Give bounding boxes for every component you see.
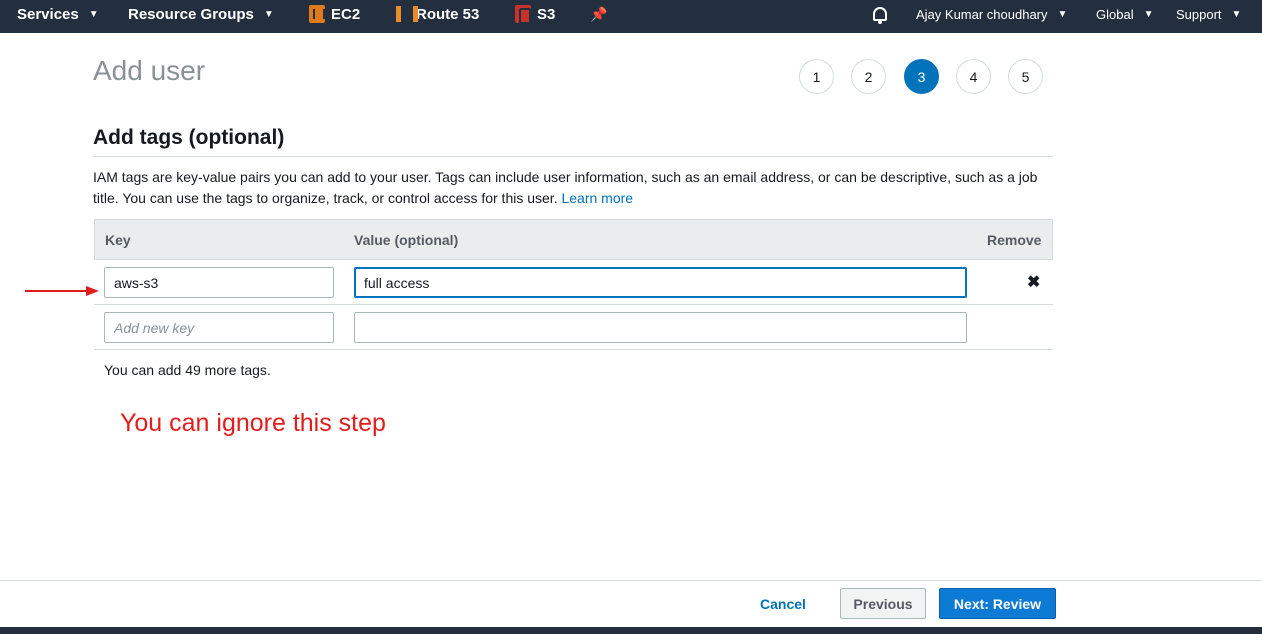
previous-button[interactable]: Previous	[840, 588, 926, 619]
next-review-button[interactable]: Next: Review	[939, 588, 1056, 619]
region-label: Global	[1096, 6, 1134, 22]
s3-shortcut[interactable]: S3	[515, 0, 555, 28]
pin-button[interactable]: 📌	[590, 0, 607, 28]
annotation-text: You can ignore this step	[120, 409, 386, 437]
close-icon[interactable]: ✖	[1027, 272, 1040, 292]
learn-more-link[interactable]: Learn more	[561, 190, 633, 206]
column-header-remove: Remove	[987, 232, 1042, 248]
support-menu[interactable]: Support ▼	[1176, 0, 1241, 28]
tags-table: Key Value (optional) Remove ✖	[94, 219, 1053, 350]
s3-icon	[515, 5, 531, 24]
support-label: Support	[1176, 6, 1222, 22]
s3-label: S3	[537, 5, 556, 23]
table-row-new	[94, 305, 1053, 350]
chevron-down-icon: ▼	[1057, 8, 1068, 20]
table-header: Key Value (optional) Remove	[94, 219, 1053, 260]
ec2-shortcut[interactable]: EC2	[309, 0, 360, 28]
notifications-button[interactable]	[873, 0, 887, 28]
top-navigation-bar: Services ▼ Resource Groups ▼ EC2 Route 5…	[0, 0, 1262, 33]
services-label: Services	[17, 5, 79, 23]
ec2-label: EC2	[331, 5, 361, 23]
new-tag-key-input[interactable]	[104, 312, 334, 343]
section-title: Add tags (optional)	[93, 126, 285, 149]
chevron-down-icon: ▼	[1231, 8, 1242, 20]
step-4[interactable]: 4	[956, 59, 991, 94]
step-5[interactable]: 5	[1008, 59, 1043, 94]
footer-divider	[0, 580, 1262, 581]
chevron-down-icon: ▼	[88, 8, 99, 20]
resource-groups-label: Resource Groups	[128, 5, 254, 23]
cancel-button[interactable]: Cancel	[760, 596, 806, 612]
chevron-down-icon: ▼	[263, 8, 274, 20]
new-tag-value-input[interactable]	[354, 312, 967, 343]
remaining-tags-note: You can add 49 more tags.	[104, 362, 271, 378]
tag-key-input[interactable]	[104, 267, 334, 298]
step-1[interactable]: 1	[799, 59, 834, 94]
region-menu[interactable]: Global ▼	[1096, 0, 1153, 28]
account-name: Ajay Kumar choudhary	[916, 6, 1048, 22]
column-header-value: Value (optional)	[354, 232, 459, 248]
tag-value-input[interactable]	[354, 267, 967, 298]
page-title: Add user	[93, 55, 206, 86]
ec2-icon	[309, 5, 325, 23]
resource-groups-menu[interactable]: Resource Groups ▼	[128, 0, 274, 28]
route53-label: Route 53	[416, 5, 480, 23]
services-menu[interactable]: Services ▼	[17, 0, 99, 28]
account-menu[interactable]: Ajay Kumar choudhary ▼	[916, 0, 1067, 28]
divider	[93, 156, 1053, 157]
route53-icon	[394, 5, 418, 23]
route53-shortcut[interactable]: Route 53	[394, 0, 479, 28]
pin-icon: 📌	[590, 5, 608, 22]
table-row: ✖	[94, 260, 1053, 305]
chevron-down-icon: ▼	[1143, 8, 1154, 20]
bottom-bar	[0, 627, 1262, 634]
step-2[interactable]: 2	[851, 59, 886, 94]
bell-icon	[873, 7, 887, 24]
step-3-current[interactable]: 3	[904, 59, 939, 94]
section-description: IAM tags are key-value pairs you can add…	[93, 167, 1053, 209]
column-header-key: Key	[105, 232, 131, 248]
red-arrow-annotation	[25, 286, 99, 296]
